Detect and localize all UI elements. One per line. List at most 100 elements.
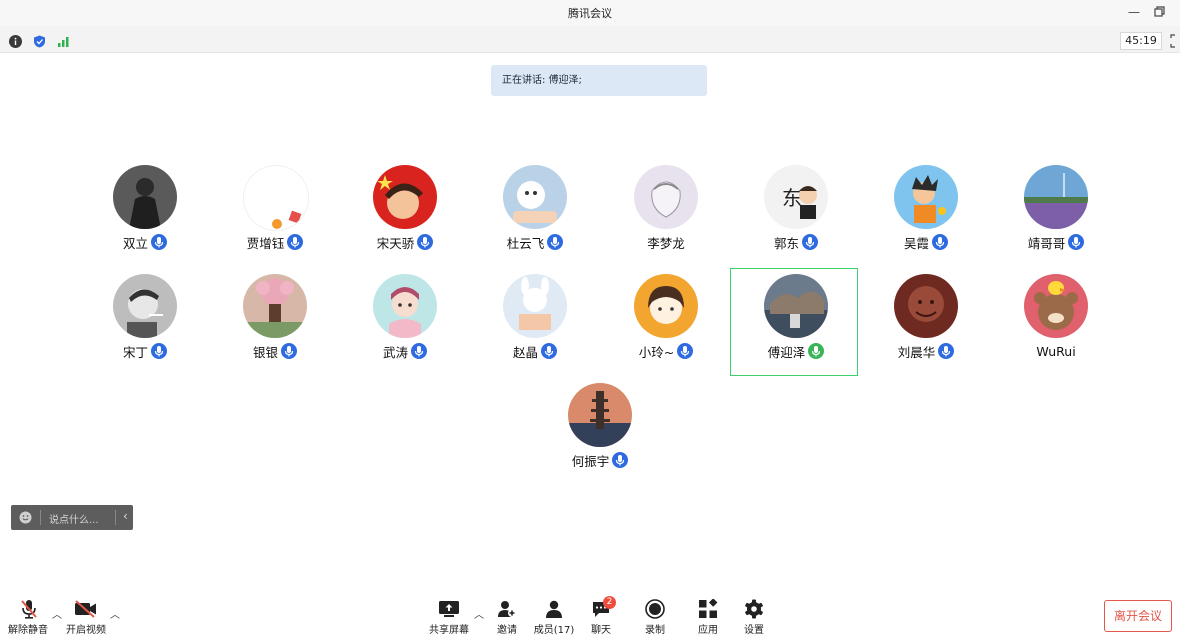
avatar: 东 (764, 165, 828, 229)
participant-name: 傅迎泽 (767, 344, 806, 360)
mic-icon (547, 234, 564, 250)
participant-name-row: 刘晨华 (861, 342, 991, 360)
unmute-label: 解除静音 (8, 625, 48, 636)
participant-name-row: 双立 (80, 233, 210, 251)
info-icon[interactable] (9, 33, 22, 48)
fullscreen-icon[interactable] (1170, 33, 1180, 48)
participant-name-row: 武涛 (340, 342, 470, 360)
mic-icon (1068, 234, 1085, 250)
chat-button[interactable]: 2 聊天 (583, 595, 619, 636)
chat-input-placeholder: 说点什么... (49, 515, 99, 526)
members-button[interactable]: 成员(17) (532, 595, 576, 636)
participant-tile[interactable]: 东郭东 (731, 158, 861, 258)
participant-tile[interactable]: 杜云飞 (470, 158, 600, 258)
audio-options-chevron-icon[interactable]: ︿ (52, 606, 62, 621)
record-icon (645, 599, 665, 619)
mic-icon (151, 234, 167, 250)
participant-tile[interactable]: 双立 (80, 158, 210, 258)
apps-button[interactable]: 应用 (690, 595, 726, 636)
participant-name-row: 宋丁 (80, 342, 210, 360)
start-video-button[interactable]: 开启视频 (62, 595, 110, 636)
participant-tile[interactable]: 靖哥哥 (991, 158, 1121, 258)
avatar (894, 165, 958, 229)
participant-tile[interactable]: 银银 (210, 267, 340, 367)
emoji-icon[interactable] (19, 511, 32, 527)
participant-tile[interactable]: 刘晨华 (861, 267, 991, 367)
share-screen-button[interactable]: 共享屏幕 (425, 595, 473, 636)
participant-tile[interactable]: WuRui (991, 267, 1121, 367)
window-title: 腾讯会议 (568, 7, 612, 20)
security-shield-icon[interactable] (33, 33, 46, 48)
participant-name: 郭东 (773, 235, 799, 251)
participant-tile[interactable]: 傅迎泽 (731, 267, 861, 367)
participant-tile[interactable]: 贾增钰 (210, 158, 340, 258)
settings-label: 设置 (744, 625, 764, 636)
participant-tile[interactable]: 李梦龙 (601, 158, 731, 258)
members-label: 成员(17) (533, 625, 575, 636)
share-options-chevron-icon[interactable]: ︿ (474, 606, 484, 621)
participant-tile[interactable]: 赵晶 (470, 267, 600, 367)
mic-icon (802, 234, 818, 250)
settings-button[interactable]: 设置 (736, 595, 772, 636)
svg-text:东: 东 (782, 186, 802, 210)
video-options-chevron-icon[interactable]: ︿ (110, 606, 120, 621)
participant-tile[interactable]: 吴霞 (861, 158, 991, 258)
participant-name-row: 郭东 (731, 233, 861, 251)
mic-icon (281, 343, 297, 359)
participant-name: 银银 (252, 344, 278, 360)
avatar (764, 274, 828, 338)
mic-speaking-icon (808, 343, 825, 359)
network-signal-icon[interactable] (57, 33, 70, 47)
participant-name: 靖哥哥 (1027, 235, 1066, 251)
mic-muted-icon (21, 600, 37, 619)
mic-icon (417, 234, 434, 250)
participant-tile[interactable]: 小玲~ (601, 267, 731, 367)
title-bar: 腾讯会议 — (0, 0, 1180, 26)
collapse-chevron-icon[interactable]: ‹ (123, 509, 128, 523)
minimize-button[interactable]: — (1125, 3, 1143, 21)
record-button[interactable]: 录制 (637, 595, 673, 636)
avatar (113, 274, 177, 338)
avatar (373, 165, 437, 229)
participant-name-row: 银银 (210, 342, 340, 360)
participant-name-row: 赵晶 (470, 342, 600, 360)
camera-off-icon (75, 600, 96, 618)
participant-name: 武涛 (382, 344, 408, 360)
mic-icon (677, 343, 694, 359)
participant-name: 贾增钰 (246, 235, 285, 251)
leave-meeting-button[interactable]: 离开会议 (1104, 600, 1172, 632)
speaking-indicator: 正在讲话: 傅迎泽; (491, 65, 707, 96)
meeting-timer: 45:19 (1120, 32, 1162, 50)
divider (115, 510, 116, 525)
participant-name-row: WuRui (991, 342, 1121, 360)
invite-button[interactable]: 邀请 (488, 595, 526, 636)
unmute-button[interactable]: 解除静音 (4, 595, 52, 636)
participant-name-row: 何振宇 (535, 451, 665, 469)
participant-tile[interactable]: 武涛 (340, 267, 470, 367)
share-screen-label: 共享屏幕 (429, 625, 469, 636)
participant-name-row: 小玲~ (601, 342, 731, 360)
start-video-label: 开启视频 (66, 625, 106, 636)
avatar (1024, 165, 1088, 229)
participant-name-row: 宋天骄 (340, 233, 470, 251)
restore-button[interactable] (1150, 3, 1168, 21)
participant-name-row: 杜云飞 (470, 233, 600, 251)
chat-quick-input[interactable]: 说点什么... ‹ (11, 505, 133, 530)
avatar (634, 274, 698, 338)
participant-name: 小玲~ (638, 344, 675, 360)
participant-tile[interactable]: 宋天骄 (340, 158, 470, 258)
participant-name: 赵晶 (512, 344, 538, 360)
apps-grid-icon (699, 599, 718, 618)
mic-icon (151, 343, 167, 359)
participant-tile[interactable]: 何振宇 (535, 376, 665, 476)
mic-icon (411, 343, 427, 359)
avatar (568, 383, 632, 447)
avatar (503, 274, 567, 338)
participant-name: 杜云飞 (506, 235, 545, 251)
participant-tile[interactable]: 宋丁 (80, 267, 210, 367)
avatar (243, 165, 309, 231)
mic-icon (541, 343, 557, 359)
status-bar (0, 26, 1180, 53)
participant-name: WuRui (1036, 343, 1076, 359)
invite-user-icon (498, 601, 516, 617)
